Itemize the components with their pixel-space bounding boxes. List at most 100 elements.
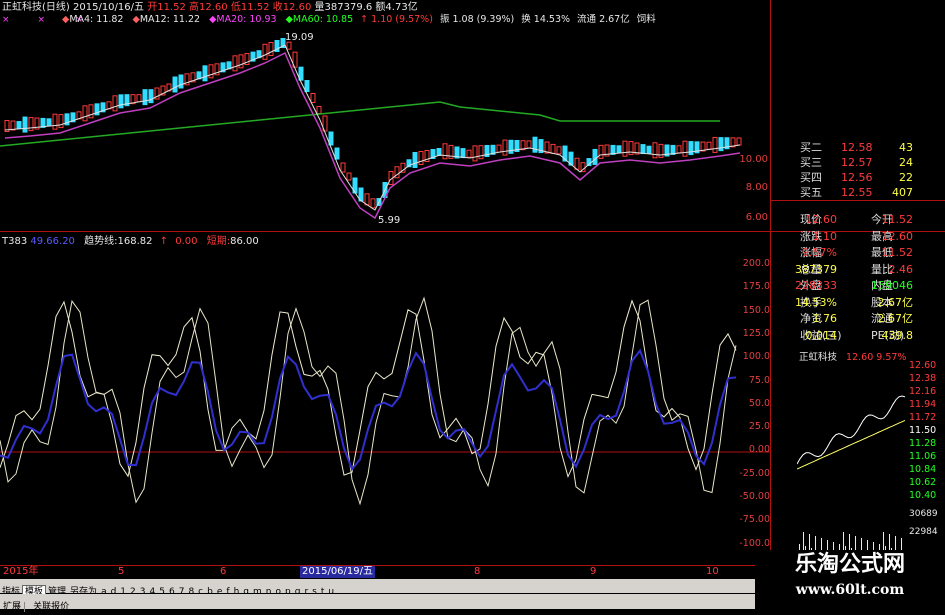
candle: [670, 144, 676, 155]
mini-axis-tick: 10.84: [909, 464, 937, 475]
ma60-value: MA60: 10.85: [292, 14, 354, 25]
xaxis-date-cursor: 2015/06/19/五: [300, 566, 376, 578]
candle: [436, 148, 442, 156]
indicator-tick: -50.00: [739, 491, 770, 502]
candle: [370, 198, 376, 209]
candle: [556, 146, 562, 155]
high-label: 高: [189, 2, 200, 13]
sector-value: 饲料: [636, 14, 656, 25]
bid-row: 买三 12.57 24: [800, 156, 913, 169]
mini-axis-tick: 10.40: [909, 490, 937, 501]
candle: [88, 104, 94, 119]
indicator-tick: -100.0: [739, 537, 770, 549]
candle: [148, 89, 154, 104]
price-tick: 6.00: [745, 212, 768, 223]
candle: [304, 80, 310, 92]
bid-row: 买二 12.58 43: [800, 141, 913, 154]
amt-value: 4.73亿: [385, 2, 418, 13]
indicator-tick: 175.0: [742, 281, 770, 293]
quote-stat-row: 外盘 228333 内盘 159046: [795, 279, 913, 292]
candle: [52, 113, 58, 130]
xaxis-label: 10: [706, 566, 719, 577]
candle: [46, 118, 52, 127]
candle: [310, 93, 316, 103]
candle: [28, 117, 34, 132]
mini-axis-tick: 11.94: [909, 399, 937, 410]
candle: [118, 94, 124, 109]
mini-axis-tick: 12.60: [909, 360, 937, 371]
candle: [460, 148, 466, 159]
xaxis-label: 9: [590, 566, 597, 577]
ma4-value: MA4: 11.82: [69, 14, 124, 25]
tab-expand[interactable]: 扩展: [0, 602, 26, 612]
mini-axis-tick: 11.50: [909, 425, 937, 436]
indicator-name: T383: [2, 236, 28, 247]
candle: [142, 89, 148, 106]
indicator-tick: 200.0: [742, 258, 770, 269]
price-chart[interactable]: [0, 26, 770, 230]
candle: [112, 95, 118, 112]
watermark-url: www.60lt.com: [795, 582, 905, 598]
vol-value: 387379.6: [324, 2, 373, 13]
xaxis-label: 2015年: [3, 566, 39, 577]
indicator-tick: 150.0: [742, 304, 770, 316]
indicator-tick: -25.00: [739, 467, 770, 479]
candle: [340, 162, 346, 173]
candle: [574, 157, 580, 170]
candle: [682, 140, 688, 157]
open-value: 11.52: [157, 2, 186, 13]
candle: [478, 145, 484, 160]
candle: [16, 121, 22, 130]
turnover-value: 换 14.53%: [521, 14, 571, 25]
chart-header: 正虹科技(日线) 2015/10/16/五 开11.52 高12.60 低11.…: [2, 2, 418, 14]
candle: [442, 143, 448, 160]
quote-stat-row: 总量 387379 量比 2.46: [795, 262, 913, 276]
candle: [346, 172, 352, 181]
high-marker: 19.09: [285, 32, 314, 43]
mini-price-line: [797, 395, 906, 470]
bid-row: 买五 12.55 407: [800, 186, 913, 199]
ma-values: ◆MA4: 11.82 ◆MA12: 11.22 ◆MA20: 10.93 ◆M…: [62, 14, 656, 25]
candle: [82, 105, 88, 122]
candles: [4, 38, 742, 209]
stock-name: 正虹科技(日线): [2, 2, 70, 13]
indicator-chart[interactable]: [0, 250, 770, 562]
candle: [712, 136, 718, 153]
change-value: ↑ 1.10 (9.57%): [360, 14, 433, 25]
indicator-v1: 49.66.20: [30, 236, 75, 247]
candle: [688, 141, 694, 156]
candle: [616, 145, 622, 154]
mini-axis-tick: 12.16: [909, 386, 937, 397]
mini-axis-tick: 12.38: [909, 373, 937, 384]
arrow-value: ↑: [159, 236, 169, 247]
watermark-title: 乐淘公式网: [794, 552, 905, 577]
candle: [676, 145, 682, 154]
candle: [262, 43, 268, 60]
candle: [232, 55, 238, 72]
quote-panel: 买二 12.58 43 买三 12.57 24 买四 12.56 22 买五 12.55 407 现价…: [771, 140, 945, 350]
xaxis-label: 5: [118, 566, 125, 577]
ma20-value: MA20: 10.93: [216, 14, 277, 25]
close-label: 收: [272, 2, 283, 13]
float-value: 流通 2.67亿: [577, 14, 630, 25]
short-label: 短期:: [206, 236, 231, 247]
candle: [172, 76, 178, 93]
candle: [550, 143, 556, 154]
mini-chart-title: 正虹科技 12.60 9.57%: [799, 352, 907, 363]
mini-axis-tick: 11.72: [909, 412, 937, 423]
candle: [466, 149, 472, 158]
low-label: 低: [230, 2, 241, 13]
mini-axis-tick: 11.28: [909, 438, 937, 449]
candle: [610, 144, 616, 155]
candle: [22, 116, 28, 133]
indicator-tick: 0.00: [748, 444, 770, 456]
trend-value: 168.82: [117, 236, 153, 247]
candle: [646, 145, 652, 154]
candle: [526, 140, 532, 149]
swing-value: 振 1.08 (9.39%): [439, 14, 515, 25]
close-value: 12.60: [282, 2, 312, 13]
indicator-header: T383 49.66.20 趋势线:168.82 ↑ 0.00 短期:86.00: [2, 236, 259, 248]
xaxis-label: 6: [220, 566, 227, 577]
tab-related-quotes[interactable]: 关联报价: [30, 602, 72, 612]
candle: [58, 114, 64, 129]
